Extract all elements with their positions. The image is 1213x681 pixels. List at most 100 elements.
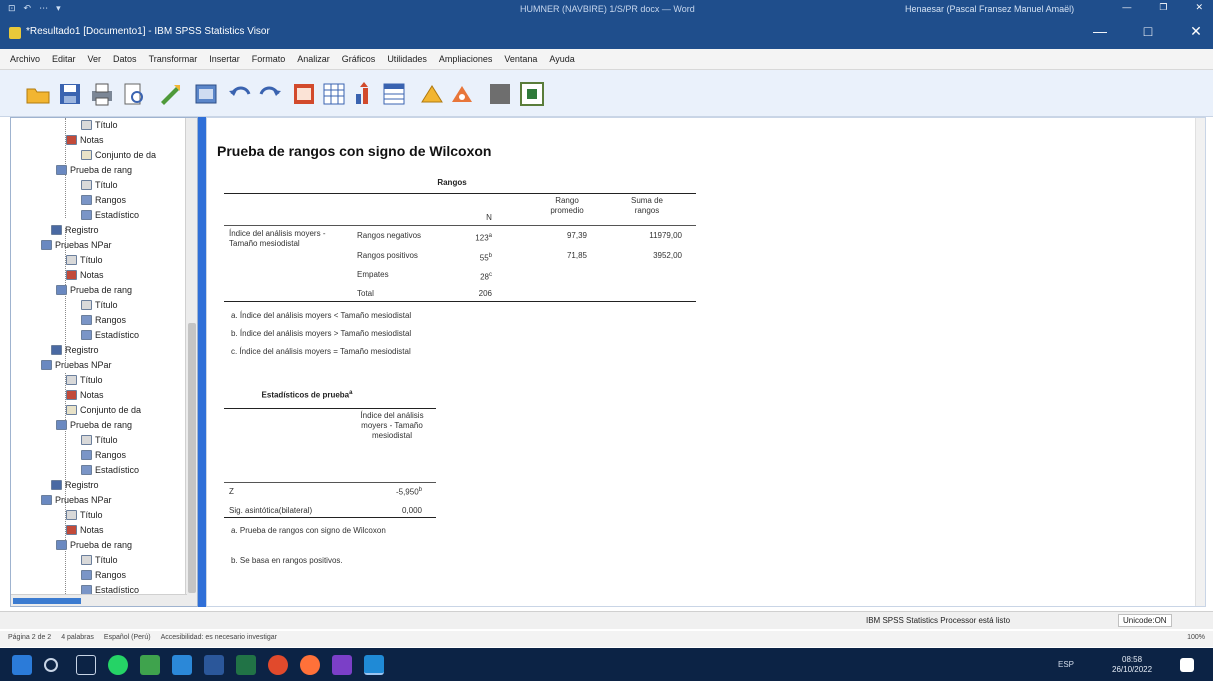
close-button[interactable]: ✕	[1187, 23, 1205, 40]
outline-item[interactable]: Título	[81, 118, 118, 131]
save-icon[interactable]	[56, 80, 84, 108]
outline-item[interactable]: Título	[81, 298, 118, 311]
outline-item[interactable]: Estadístico	[81, 208, 139, 221]
outline-item[interactable]: Título	[66, 508, 103, 521]
word-page-count[interactable]: Página 2 de 2	[8, 634, 51, 641]
menu-ampliaciones[interactable]: Ampliaciones	[433, 54, 499, 64]
app-blue-icon[interactable]	[172, 655, 192, 675]
print-preview-icon[interactable]	[120, 80, 148, 108]
outline-pane[interactable]: Título Notas Conjunto de da Prueba de rang T…	[10, 117, 198, 607]
word-maximize-button[interactable]: ❐	[1159, 2, 1167, 13]
menu-archivo[interactable]: Archivo	[4, 54, 46, 64]
outline-item[interactable]: Rangos	[81, 313, 126, 326]
delete-icon[interactable]	[486, 80, 514, 108]
app-green-icon[interactable]	[140, 655, 160, 675]
outline-item[interactable]: Título	[81, 553, 118, 566]
notifications-icon[interactable]	[1180, 658, 1194, 672]
outline-item[interactable]: Título	[66, 253, 103, 266]
word-language[interactable]: Español (Perú)	[104, 634, 151, 641]
outline-item[interactable]: Notas	[66, 388, 104, 401]
menu-ayuda[interactable]: Ayuda	[543, 54, 580, 64]
task-view-icon[interactable]	[76, 655, 96, 675]
outline-item[interactable]: Notas	[66, 523, 104, 536]
outline-item-label: Título	[95, 119, 118, 130]
outline-item[interactable]: Conjunto de da	[81, 148, 156, 161]
outline-item[interactable]: Registro	[51, 478, 99, 491]
whatsapp-icon[interactable]	[108, 655, 128, 675]
word-accessibility[interactable]: Accesibilidad: es necesario investigar	[161, 634, 277, 641]
outline-item[interactable]: Pruebas NPar	[41, 493, 112, 506]
word-word-count[interactable]: 4 palabras	[61, 634, 94, 641]
word-zoom-level[interactable]: 100%	[1187, 634, 1205, 641]
word-close-button[interactable]: ✕	[1195, 2, 1203, 13]
export-icon[interactable]	[156, 80, 184, 108]
spss-taskbar-icon[interactable]	[364, 655, 384, 675]
menu-insertar[interactable]: Insertar	[203, 54, 246, 64]
goto-data-icon[interactable]	[290, 80, 318, 108]
outline-item[interactable]: Estadístico	[81, 463, 139, 476]
outline-item[interactable]: Registro	[51, 223, 99, 236]
menu-ver[interactable]: Ver	[82, 54, 108, 64]
menu-ventana[interactable]: Ventana	[498, 54, 543, 64]
outline-item[interactable]: Pruebas NPar	[41, 238, 112, 251]
goto-case-icon[interactable]	[320, 80, 348, 108]
output-vertical-scrollbar[interactable]	[1195, 118, 1205, 606]
outline-item[interactable]: Estadístico	[81, 328, 139, 341]
minimize-button[interactable]: —	[1091, 23, 1109, 40]
firefox-taskbar-icon[interactable]	[300, 655, 320, 675]
word-undo-icon[interactable]: ↶	[24, 3, 32, 14]
recall-dialog-icon[interactable]	[192, 80, 220, 108]
menu-utilidades[interactable]: Utilidades	[381, 54, 433, 64]
pane-splitter[interactable]	[198, 117, 206, 607]
outline-item[interactable]: Pruebas NPar	[41, 358, 112, 371]
app-purple-icon[interactable]	[332, 655, 352, 675]
start-icon[interactable]	[12, 655, 32, 675]
chrome-taskbar-icon[interactable]	[268, 655, 288, 675]
clock[interactable]: 08:58 26/10/2022	[1112, 655, 1152, 675]
word-user-name[interactable]: Henaesar (Pascal Fransez Manuel Amaël)	[905, 4, 1074, 14]
word-more-icon[interactable]: ⋯	[39, 3, 48, 14]
excel-taskbar-icon[interactable]	[236, 655, 256, 675]
outline-item[interactable]: Rangos	[81, 448, 126, 461]
menu-graficos[interactable]: Gráficos	[336, 54, 382, 64]
outline-item[interactable]: Prueba de rang	[56, 418, 132, 431]
undo-icon[interactable]	[226, 80, 254, 108]
outline-item[interactable]: Registro	[51, 343, 99, 356]
variables-icon[interactable]	[380, 80, 408, 108]
insert-output-icon[interactable]	[448, 80, 476, 108]
outline-item[interactable]: Título	[66, 373, 103, 386]
word-save-icon[interactable]: ⊡	[8, 3, 16, 14]
outline-item[interactable]: Título	[81, 178, 118, 191]
word-taskbar-icon[interactable]	[204, 655, 224, 675]
maximize-button[interactable]: □	[1139, 23, 1157, 40]
redo-icon[interactable]	[256, 80, 284, 108]
outline-vertical-scrollbar[interactable]	[185, 118, 197, 606]
outline-horizontal-scrollbar[interactable]	[11, 594, 187, 606]
book-icon	[41, 239, 52, 250]
goto-variable-icon[interactable]	[350, 80, 378, 108]
word-minimize-button[interactable]: —	[1122, 2, 1131, 13]
outline-item[interactable]: Notas	[66, 268, 104, 281]
designate-window-icon[interactable]	[518, 80, 546, 108]
menu-analizar[interactable]: Analizar	[291, 54, 336, 64]
outline-item[interactable]: Prueba de rang	[56, 538, 132, 551]
outline-item[interactable]: Título	[81, 433, 118, 446]
outline-item[interactable]: Prueba de rang	[56, 283, 132, 296]
word-customize-icon[interactable]: ▾	[56, 3, 61, 14]
row-sum-negative: 11979,00	[649, 231, 682, 240]
outline-item[interactable]: Rangos	[81, 568, 126, 581]
print-icon[interactable]	[88, 80, 116, 108]
menu-transformar[interactable]: Transformar	[143, 54, 204, 64]
open-icon[interactable]	[24, 80, 52, 108]
menu-formato[interactable]: Formato	[246, 54, 292, 64]
ranks-table-caption: Rangos	[437, 178, 467, 187]
outline-item[interactable]: Notas	[66, 133, 104, 146]
search-icon[interactable]	[44, 658, 58, 672]
menu-editar[interactable]: Editar	[46, 54, 82, 64]
menu-datos[interactable]: Datos	[107, 54, 143, 64]
outline-item[interactable]: Rangos	[81, 193, 126, 206]
outline-item[interactable]: Prueba de rang	[56, 163, 132, 176]
outline-item[interactable]: Conjunto de da	[66, 403, 141, 416]
show-all-icon[interactable]	[418, 80, 446, 108]
keyboard-language[interactable]: ESP	[1058, 660, 1074, 669]
